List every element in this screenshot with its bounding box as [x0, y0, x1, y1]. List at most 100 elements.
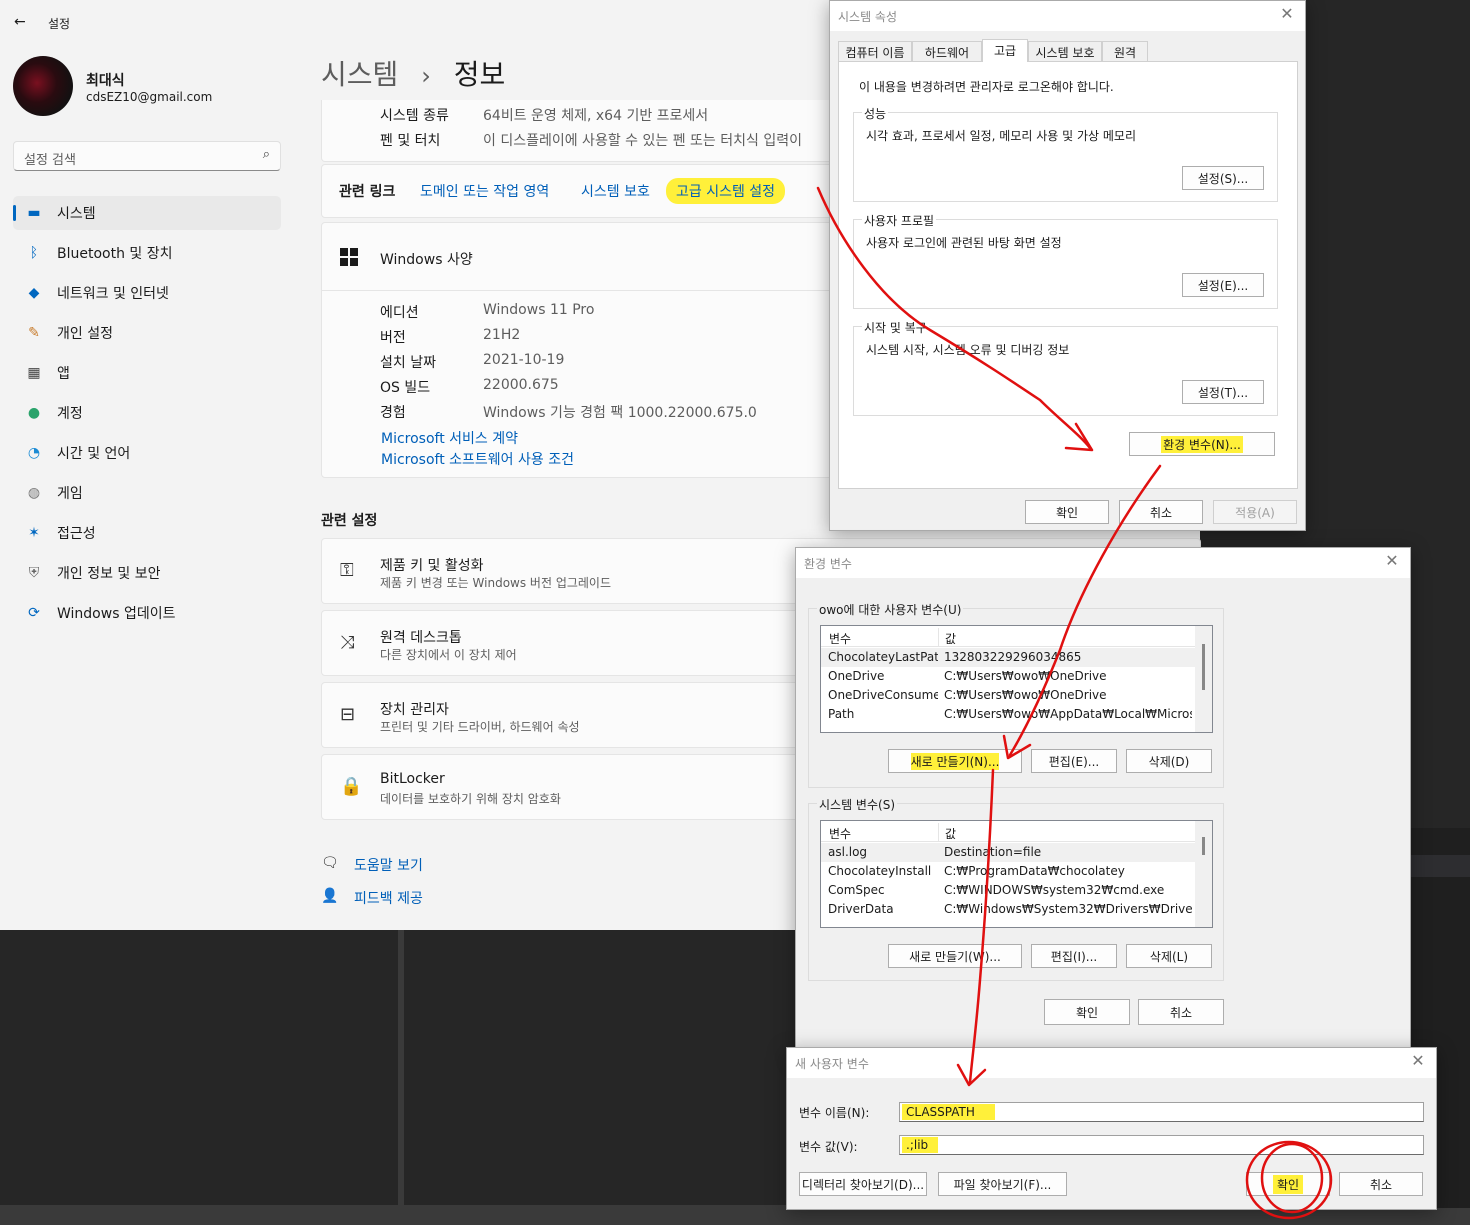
scrollbar-thumb[interactable]: [1202, 644, 1205, 690]
ok-button[interactable]: 확인: [1044, 999, 1130, 1025]
ok-label: 확인: [1272, 1174, 1304, 1194]
active-indicator: [13, 205, 16, 221]
variable-value-input[interactable]: .;lib: [899, 1135, 1424, 1155]
user-variables-list[interactable]: 변수 값 ChocolateyLastPat... 132803229296034…: [820, 625, 1213, 733]
system-new-button[interactable]: 새로 만들기(W)...: [888, 944, 1022, 968]
spec-value: 21H2: [483, 327, 521, 343]
performance-settings-button[interactable]: 설정(S)...: [1182, 166, 1264, 190]
sidebar-item-label: Windows 업데이트: [57, 606, 176, 622]
sidebar-item-label: 앱: [57, 366, 70, 382]
user-delete-button[interactable]: 삭제(D): [1126, 749, 1212, 773]
group-label: 시작 및 복구: [862, 319, 929, 336]
list-row[interactable]: ChocolateyInstall C:₩ProgramData₩chocolat…: [821, 862, 1196, 881]
system-delete-button[interactable]: 삭제(L): [1126, 944, 1212, 968]
breadcrumb-parent[interactable]: 시스템: [321, 58, 398, 91]
sidebar-item[interactable]: ◍ 게임: [13, 476, 281, 510]
system-edit-button[interactable]: 편집(I)...: [1031, 944, 1117, 968]
cancel-button[interactable]: 취소: [1119, 500, 1203, 524]
sidebar-item[interactable]: ● 계정: [13, 396, 281, 430]
tab-computer-name[interactable]: 컴퓨터 이름: [838, 41, 912, 61]
link-service-agreement[interactable]: Microsoft 서비스 계약: [381, 428, 518, 448]
card-subtitle: 프린터 및 기타 드라이버, 하드웨어 속성: [380, 720, 580, 734]
sidebar-item[interactable]: ▬ 시스템: [13, 196, 281, 230]
scrollbar[interactable]: [1195, 626, 1212, 732]
cancel-button[interactable]: 취소: [1138, 999, 1224, 1025]
list-header: 변수 값: [821, 628, 1196, 647]
close-icon[interactable]: ✕: [1382, 552, 1402, 572]
group-label: 사용자 프로필: [862, 212, 937, 229]
sidebar-item[interactable]: ⟳ Windows 업데이트: [13, 596, 281, 630]
link-system-protection[interactable]: 시스템 보호: [581, 181, 650, 201]
link-domain[interactable]: 도메인 또는 작업 영역: [420, 181, 549, 201]
list-row[interactable]: DriverData C:₩Windows₩System32₩Drivers₩Dr…: [821, 900, 1196, 919]
variable-name-label: 변수 이름(N):: [799, 1106, 870, 1120]
browse-directory-button[interactable]: 디렉터리 찾아보기(D)...: [799, 1172, 927, 1196]
environment-variables-button[interactable]: 환경 변수(N)...: [1129, 432, 1275, 456]
tab-system-protection[interactable]: 시스템 보호: [1028, 41, 1102, 61]
user-new-button[interactable]: 새로 만들기(N)...: [888, 749, 1022, 773]
variable-name: OneDrive: [828, 669, 885, 683]
back-arrow-icon[interactable]: ←: [14, 14, 26, 30]
group-label: owo에 대한 사용자 변수(U): [817, 601, 964, 618]
search-icon[interactable]: ⌕: [263, 147, 270, 162]
tab-advanced[interactable]: 고급: [982, 39, 1028, 62]
list-row[interactable]: ChocolateyLastPat... 132803229296034865: [821, 648, 1196, 667]
system-variables-list[interactable]: 변수 값 asl.log Destination=file ChocolateyIn…: [820, 820, 1213, 928]
tab-hardware[interactable]: 하드웨어: [912, 41, 982, 61]
column-header-value[interactable]: 값: [945, 630, 956, 647]
variable-name-value: CLASSPATH: [902, 1104, 995, 1120]
sidebar-item-label: 게임: [57, 486, 83, 502]
column-header-value[interactable]: 값: [945, 825, 956, 842]
ok-button[interactable]: 확인: [1246, 1172, 1330, 1196]
tab-strip: 컴퓨터 이름 하드웨어 고급 시스템 보호 원격: [838, 39, 1298, 62]
sidebar-item[interactable]: ◆ 네트워크 및 인터넷: [13, 276, 281, 310]
user-profile-settings-button[interactable]: 설정(E)...: [1182, 273, 1264, 297]
ok-button[interactable]: 확인: [1025, 500, 1109, 524]
browse-file-button[interactable]: 파일 찾아보기(F)...: [938, 1172, 1067, 1196]
dialog-title: 환경 변수: [804, 557, 852, 571]
person-icon: ●: [27, 405, 41, 421]
variable-value: C:₩Users₩owo₩AppData₩Local₩Microsoft...: [944, 707, 1192, 721]
sidebar-item-label: 시간 및 언어: [57, 446, 131, 462]
bluetooth-icon: ᛒ: [29, 245, 39, 261]
link-feedback[interactable]: 피드백 제공: [354, 888, 423, 908]
list-row[interactable]: OneDrive C:₩Users₩owo₩OneDrive: [821, 667, 1196, 686]
spec-value: 22000.675: [483, 377, 559, 393]
close-icon[interactable]: ✕: [1277, 5, 1297, 25]
link-help[interactable]: 도움말 보기: [354, 855, 423, 875]
background-toolbar: [1410, 855, 1470, 877]
sidebar-item[interactable]: ✎ 개인 설정: [13, 316, 281, 350]
key-icon: ⚿: [340, 560, 354, 581]
list-row[interactable]: Path C:₩Users₩owo₩AppData₩Local₩Microsoft…: [821, 705, 1196, 724]
list-row[interactable]: asl.log Destination=file: [821, 843, 1196, 862]
list-row[interactable]: ComSpec C:₩WINDOWS₩system32₩cmd.exe: [821, 881, 1196, 900]
link-license-terms[interactable]: Microsoft 소프트웨어 사용 조건: [381, 449, 574, 469]
startup-settings-button[interactable]: 설정(T)...: [1182, 380, 1264, 404]
sidebar-item[interactable]: ⛨ 개인 정보 및 보안: [13, 556, 281, 590]
sidebar-item[interactable]: ✶ 접근성: [13, 516, 281, 550]
close-icon[interactable]: ✕: [1408, 1052, 1428, 1072]
search-input[interactable]: 설정 검색 ⌕: [13, 141, 281, 171]
tab-remote[interactable]: 원격: [1102, 41, 1148, 61]
apply-button[interactable]: 적용(A): [1213, 500, 1297, 524]
variable-name-input[interactable]: CLASSPATH: [899, 1102, 1424, 1122]
sidebar-item[interactable]: ◔ 시간 및 언어: [13, 436, 281, 470]
column-header-variable[interactable]: 변수: [829, 825, 851, 842]
sidebar-item[interactable]: ▦ 앱: [13, 356, 281, 390]
spec-value: Windows 기능 경험 팩 1000.22000.675.0: [483, 405, 757, 421]
list-row[interactable]: OneDriveConsumer C:₩Users₩owo₩OneDrive: [821, 686, 1196, 705]
spec-label: 경험: [380, 405, 406, 421]
variable-value: C:₩WINDOWS₩system32₩cmd.exe: [944, 883, 1165, 897]
windows-spec-title: Windows 사양: [380, 252, 473, 268]
link-advanced-system-settings[interactable]: 고급 시스템 설정: [666, 178, 786, 204]
sidebar-item[interactable]: ᛒ Bluetooth 및 장치: [13, 236, 281, 270]
user-edit-button[interactable]: 편집(E)...: [1031, 749, 1117, 773]
column-header-variable[interactable]: 변수: [829, 630, 851, 647]
scrollbar-thumb[interactable]: [1202, 837, 1205, 855]
env-button-label: 환경 변수(N)...: [1161, 435, 1243, 453]
cancel-button[interactable]: 취소: [1339, 1172, 1423, 1196]
dialog-titlebar: 새 사용자 변수: [787, 1048, 1436, 1078]
scrollbar[interactable]: [1195, 821, 1212, 927]
spec-label: 에디션: [380, 305, 419, 321]
avatar[interactable]: [13, 56, 73, 116]
